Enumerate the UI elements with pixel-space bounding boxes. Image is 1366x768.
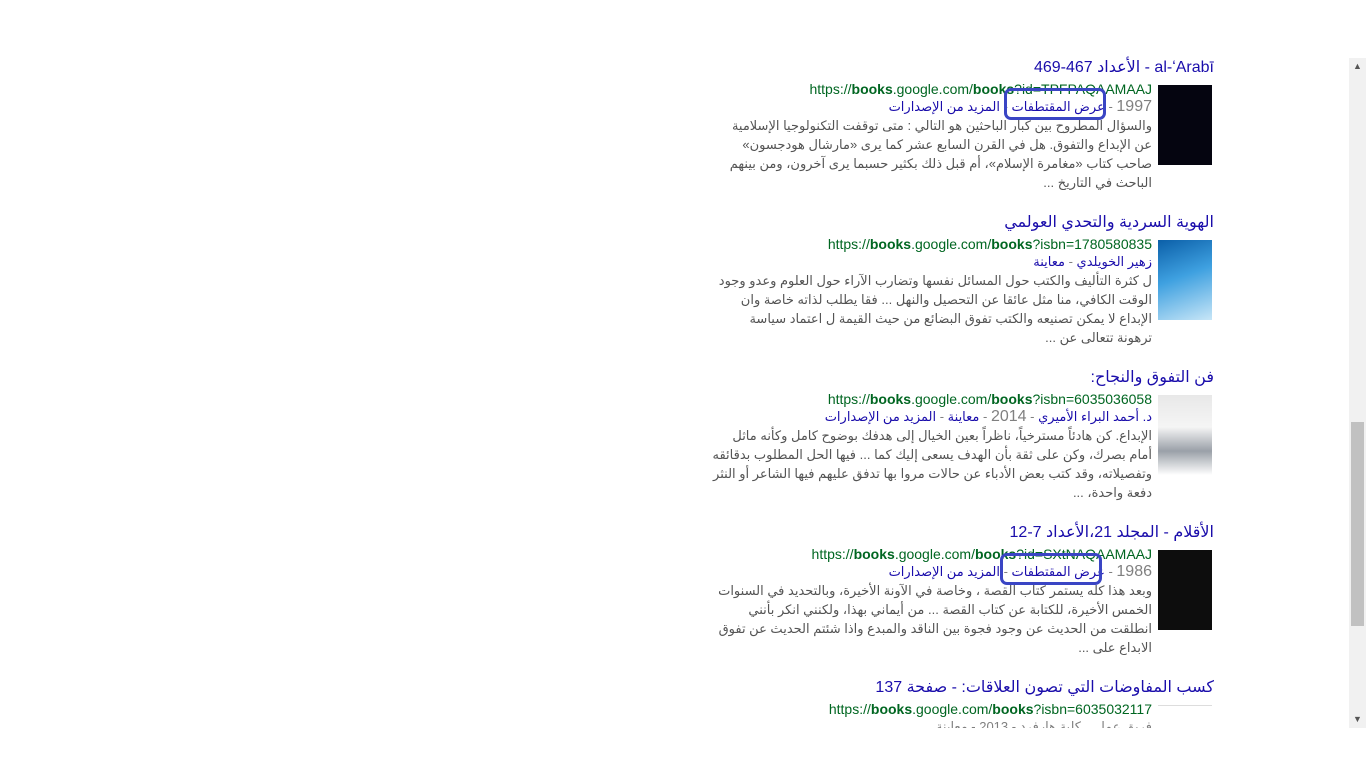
result-title[interactable]: الأقلام - المجلد 21،الأعداد 7-12: [1010, 523, 1214, 543]
result-meta: فريق عمل... كلية هارفرد - 2013 - معاينة: [935, 719, 1152, 728]
result-item: كسب المفاوضات التي تصون العلاقات: - صفحة…: [694, 678, 1214, 758]
publish-year: 1997: [1116, 98, 1152, 115]
scroll-down-arrow-icon[interactable]: ▼: [1349, 711, 1366, 728]
book-cover-thumbnail[interactable]: [1158, 240, 1212, 320]
result-meta: د. أحمد البراء الأميري - 2014 - معاينة -…: [824, 408, 1152, 425]
result-snippet: والسؤال المطروح بين كبار الباحثين هو الت…: [729, 118, 1152, 190]
result-url: https://books.google.com/books?isbn=1780…: [827, 236, 1152, 252]
result-url: https://books.google.com/books?isbn=6035…: [827, 391, 1152, 407]
result-title[interactable]: كسب المفاوضات التي تصون العلاقات: - صفحة…: [875, 678, 1214, 698]
author-link[interactable]: زهير الخويلدي: [1077, 254, 1152, 269]
search-results: al-ʻArabī - الأعداد 467-469 https://book…: [694, 58, 1214, 758]
book-cover-thumbnail[interactable]: [1158, 85, 1212, 165]
highlight-box: [1004, 88, 1106, 120]
result-snippet: الإبداع. كن هادئاً مسترخياً، ناظراً بعين…: [712, 428, 1152, 500]
result-title[interactable]: فن التفوق والنجاح:: [1091, 368, 1215, 388]
scroll-up-arrow-icon[interactable]: ▲: [1349, 58, 1366, 75]
result-item: al-ʻArabī - الأعداد 467-469 https://book…: [694, 58, 1214, 213]
result-snippet: وبعد هذا كله يستمر كتاب القصة ، وخاصة في…: [718, 583, 1152, 655]
more-editions-link[interactable]: المزيد من الإصدارات: [889, 564, 1000, 579]
result-item: فن التفوق والنجاح: https://books.google.…: [694, 368, 1214, 523]
book-cover-thumbnail[interactable]: [1158, 705, 1212, 736]
result-title[interactable]: al-ʻArabī - الأعداد 467-469: [1034, 58, 1214, 78]
result-item: الأقلام - المجلد 21،الأعداد 7-12 https:/…: [694, 523, 1214, 678]
result-item: الهوية السردية والتحدي العولمي https://b…: [694, 213, 1214, 368]
publish-year: 1986: [1116, 563, 1152, 580]
highlight-box: [1000, 553, 1102, 585]
author-link[interactable]: د. أحمد البراء الأميري: [1038, 409, 1152, 424]
result-snippet: ل كثرة التأليف والكتب حول المسائل نفسها …: [718, 273, 1152, 345]
result-title[interactable]: الهوية السردية والتحدي العولمي: [1004, 213, 1214, 233]
more-editions-link[interactable]: المزيد من الإصدارات: [889, 99, 1000, 114]
publish-year: 2014: [990, 408, 1027, 425]
book-cover-thumbnail[interactable]: [1158, 395, 1212, 475]
preview-label: معاينة: [947, 409, 980, 424]
book-cover-thumbnail[interactable]: [1158, 550, 1212, 630]
more-editions-link[interactable]: المزيد من الإصدارات: [825, 409, 936, 424]
vertical-scrollbar[interactable]: ▲ ▼: [1349, 58, 1366, 728]
result-url: https://books.google.com/books?isbn=6035…: [828, 701, 1152, 717]
preview-label: معاينة: [1033, 254, 1065, 269]
result-meta: زهير الخويلدي - معاينة: [1033, 254, 1152, 269]
scrollbar-thumb[interactable]: [1351, 422, 1364, 626]
